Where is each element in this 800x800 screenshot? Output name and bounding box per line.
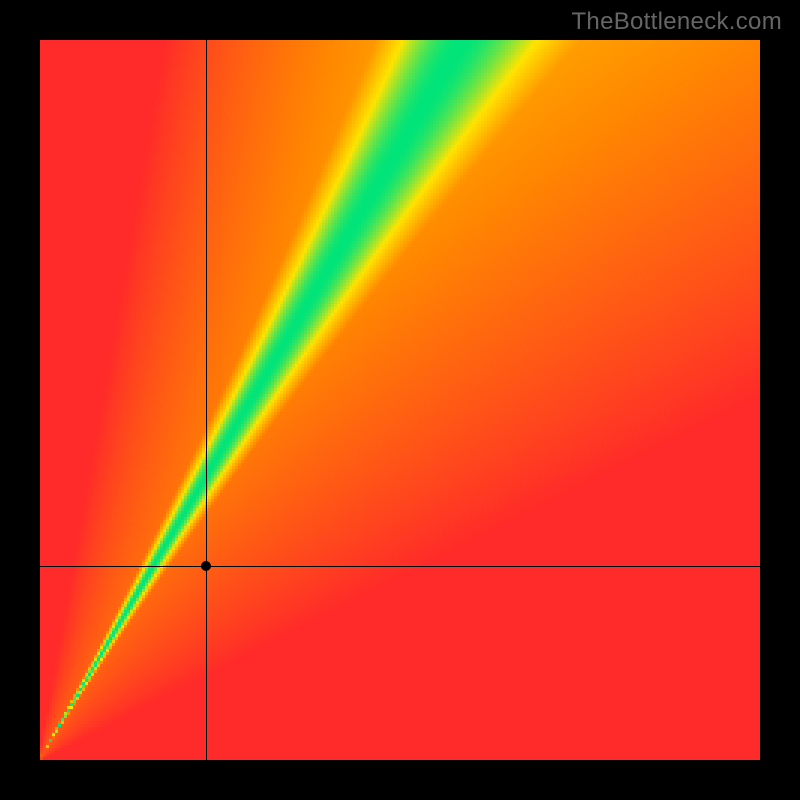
chart-frame: TheBottleneck.com [0,0,800,800]
crosshair-vertical [206,40,207,760]
plot-area [40,40,760,760]
marker-dot [201,561,211,571]
watermark-text: TheBottleneck.com [571,8,782,36]
crosshair-horizontal [40,566,760,567]
heatmap-canvas [40,40,760,760]
